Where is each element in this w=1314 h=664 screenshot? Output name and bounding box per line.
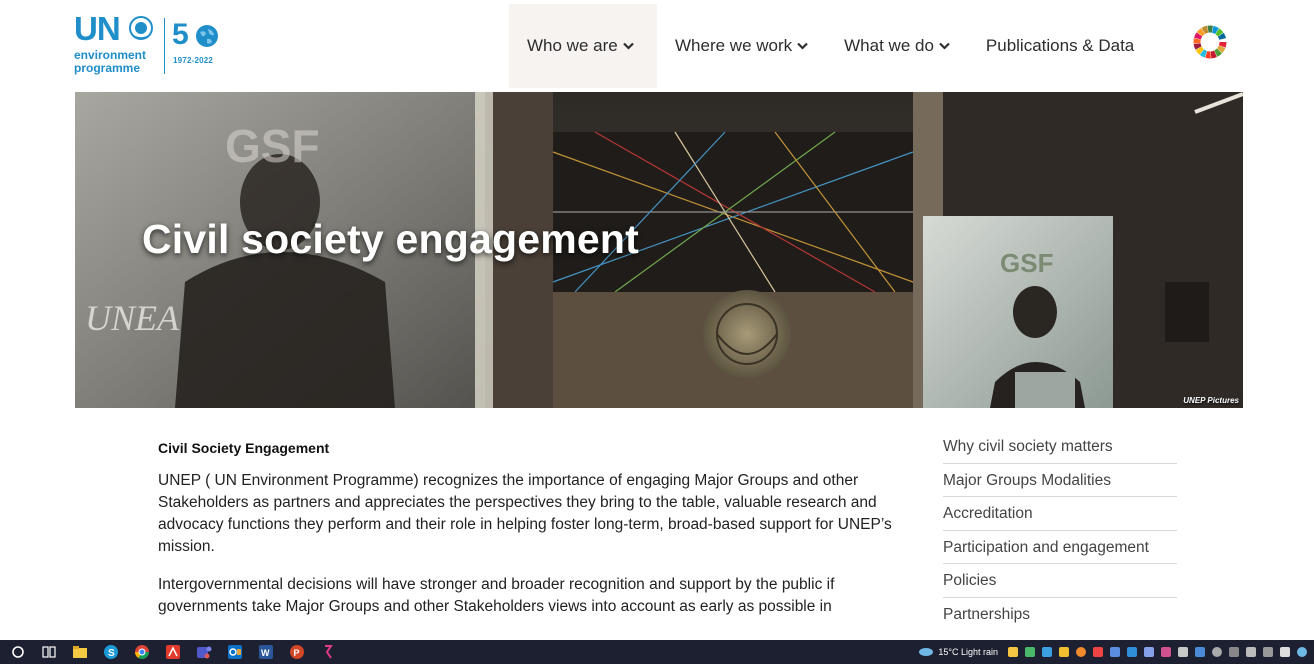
tray-bluetooth-icon[interactable] (1144, 647, 1154, 657)
side-menu-item-why-civil-society-matters[interactable]: Why civil society matters (943, 430, 1177, 464)
main-nav: Who we are Where we work What we do Publ… (509, 4, 1152, 88)
svg-text:W: W (261, 648, 270, 658)
start-icon[interactable] (10, 644, 26, 660)
nav-item-who-we-are[interactable]: Who we are (509, 4, 657, 88)
tray-display-icon[interactable] (1195, 647, 1205, 657)
outlook-icon[interactable] (227, 644, 243, 660)
chrome-icon[interactable] (134, 644, 150, 660)
file-explorer-icon[interactable] (72, 644, 88, 660)
wifi-icon[interactable] (1246, 647, 1256, 657)
side-menu-item-major-groups-modalities[interactable]: Major Groups Modalities (943, 464, 1177, 497)
svg-text:P: P (294, 648, 300, 658)
tray-shield-icon[interactable] (1059, 647, 1069, 657)
cloud-rain-icon (919, 648, 934, 656)
sdg-wheel-icon[interactable] (1192, 24, 1228, 60)
un-emblem-icon (129, 16, 153, 40)
side-menu: Why civil society matters Major Groups M… (943, 430, 1177, 631)
tray-security-icon[interactable] (1093, 647, 1103, 657)
tray-app2-icon[interactable] (1161, 647, 1171, 657)
main-content: Civil Society Engagement UNEP ( UN Envir… (158, 438, 908, 634)
content-paragraph-2: Intergovernmental decisions will have st… (158, 576, 835, 615)
hero-title: Civil society engagement (142, 216, 639, 262)
logo-word-environment: environment (74, 48, 147, 62)
unep-logo[interactable]: UN environment programme 5 1972-2022 (74, 12, 234, 78)
svg-text:S: S (108, 648, 115, 659)
network-icon[interactable] (1297, 647, 1307, 657)
content-heading: Civil Society Engagement (158, 440, 330, 456)
nav-item-publications-data[interactable]: Publications & Data (968, 4, 1152, 88)
nav-item-label: Who we are (527, 36, 618, 55)
lock-icon[interactable] (1008, 647, 1018, 657)
tray-clipboard-icon[interactable] (1178, 647, 1188, 657)
acrobat-icon[interactable] (165, 644, 181, 660)
site-header: UN environment programme 5 1972-2022 Who… (0, 0, 1314, 88)
logo-anniversary-number: 5 (172, 18, 189, 51)
svg-text:GSF: GSF (1000, 248, 1053, 278)
nav-item-where-we-work[interactable]: Where we work (657, 4, 826, 88)
globe-icon (196, 25, 218, 47)
hero-banner: GSF UNEA GSF Civil society engagement UN… (75, 92, 1243, 408)
nav-item-label: Publications & Data (985, 36, 1135, 55)
volume-icon[interactable] (1280, 647, 1290, 657)
nav-item-label: What we do (844, 36, 934, 55)
word-icon[interactable]: W (258, 644, 274, 660)
side-menu-item-policies[interactable]: Policies (943, 564, 1177, 598)
logo-anniversary-years: 1972-2022 (173, 56, 214, 65)
hero-photo-credit: UNEP Pictures (1183, 396, 1239, 405)
chevron-down-icon (939, 42, 950, 50)
system-tray: 15°C Light rain (918, 640, 1314, 664)
tray-outlook-icon[interactable] (1127, 647, 1137, 657)
chevron-down-icon (797, 42, 808, 50)
pen-icon[interactable] (1229, 647, 1239, 657)
tray-app-icon[interactable] (1025, 647, 1035, 657)
windows-taskbar: S W P 15°C Light rain (0, 640, 1314, 664)
task-view-icon[interactable] (41, 644, 57, 660)
onedrive-icon[interactable] (1042, 647, 1052, 657)
hero-podium-text: UNEA (85, 298, 180, 338)
side-menu-item-accreditation[interactable]: Accreditation (943, 497, 1177, 531)
taskbar-apps: S W P (0, 644, 351, 660)
weather-text[interactable]: 15°C Light rain (938, 647, 998, 657)
side-menu-item-partnerships[interactable]: Partnerships (943, 598, 1177, 632)
nav-item-what-we-do[interactable]: What we do (826, 4, 968, 88)
logo-word-programme: programme (74, 61, 141, 75)
tray-mail-icon[interactable] (1110, 647, 1120, 657)
skype-icon[interactable]: S (103, 644, 119, 660)
hero-screen-text: GSF (225, 120, 320, 172)
dropbox-icon[interactable] (1263, 647, 1273, 657)
powerpoint-icon[interactable]: P (289, 644, 305, 660)
side-menu-item-participation-engagement[interactable]: Participation and engagement (943, 531, 1177, 564)
logo-divider (164, 18, 165, 74)
teams-icon[interactable] (196, 644, 212, 660)
zoom-icon[interactable] (320, 644, 336, 660)
content-paragraph-1: UNEP ( UN Environment Programme) recogni… (158, 472, 892, 555)
chevron-down-icon (622, 42, 634, 50)
logo-un-text: UN (74, 10, 121, 47)
nav-item-label: Where we work (675, 36, 793, 55)
tray-circle-icon[interactable] (1076, 647, 1086, 657)
tray-settings-icon[interactable] (1212, 647, 1222, 657)
